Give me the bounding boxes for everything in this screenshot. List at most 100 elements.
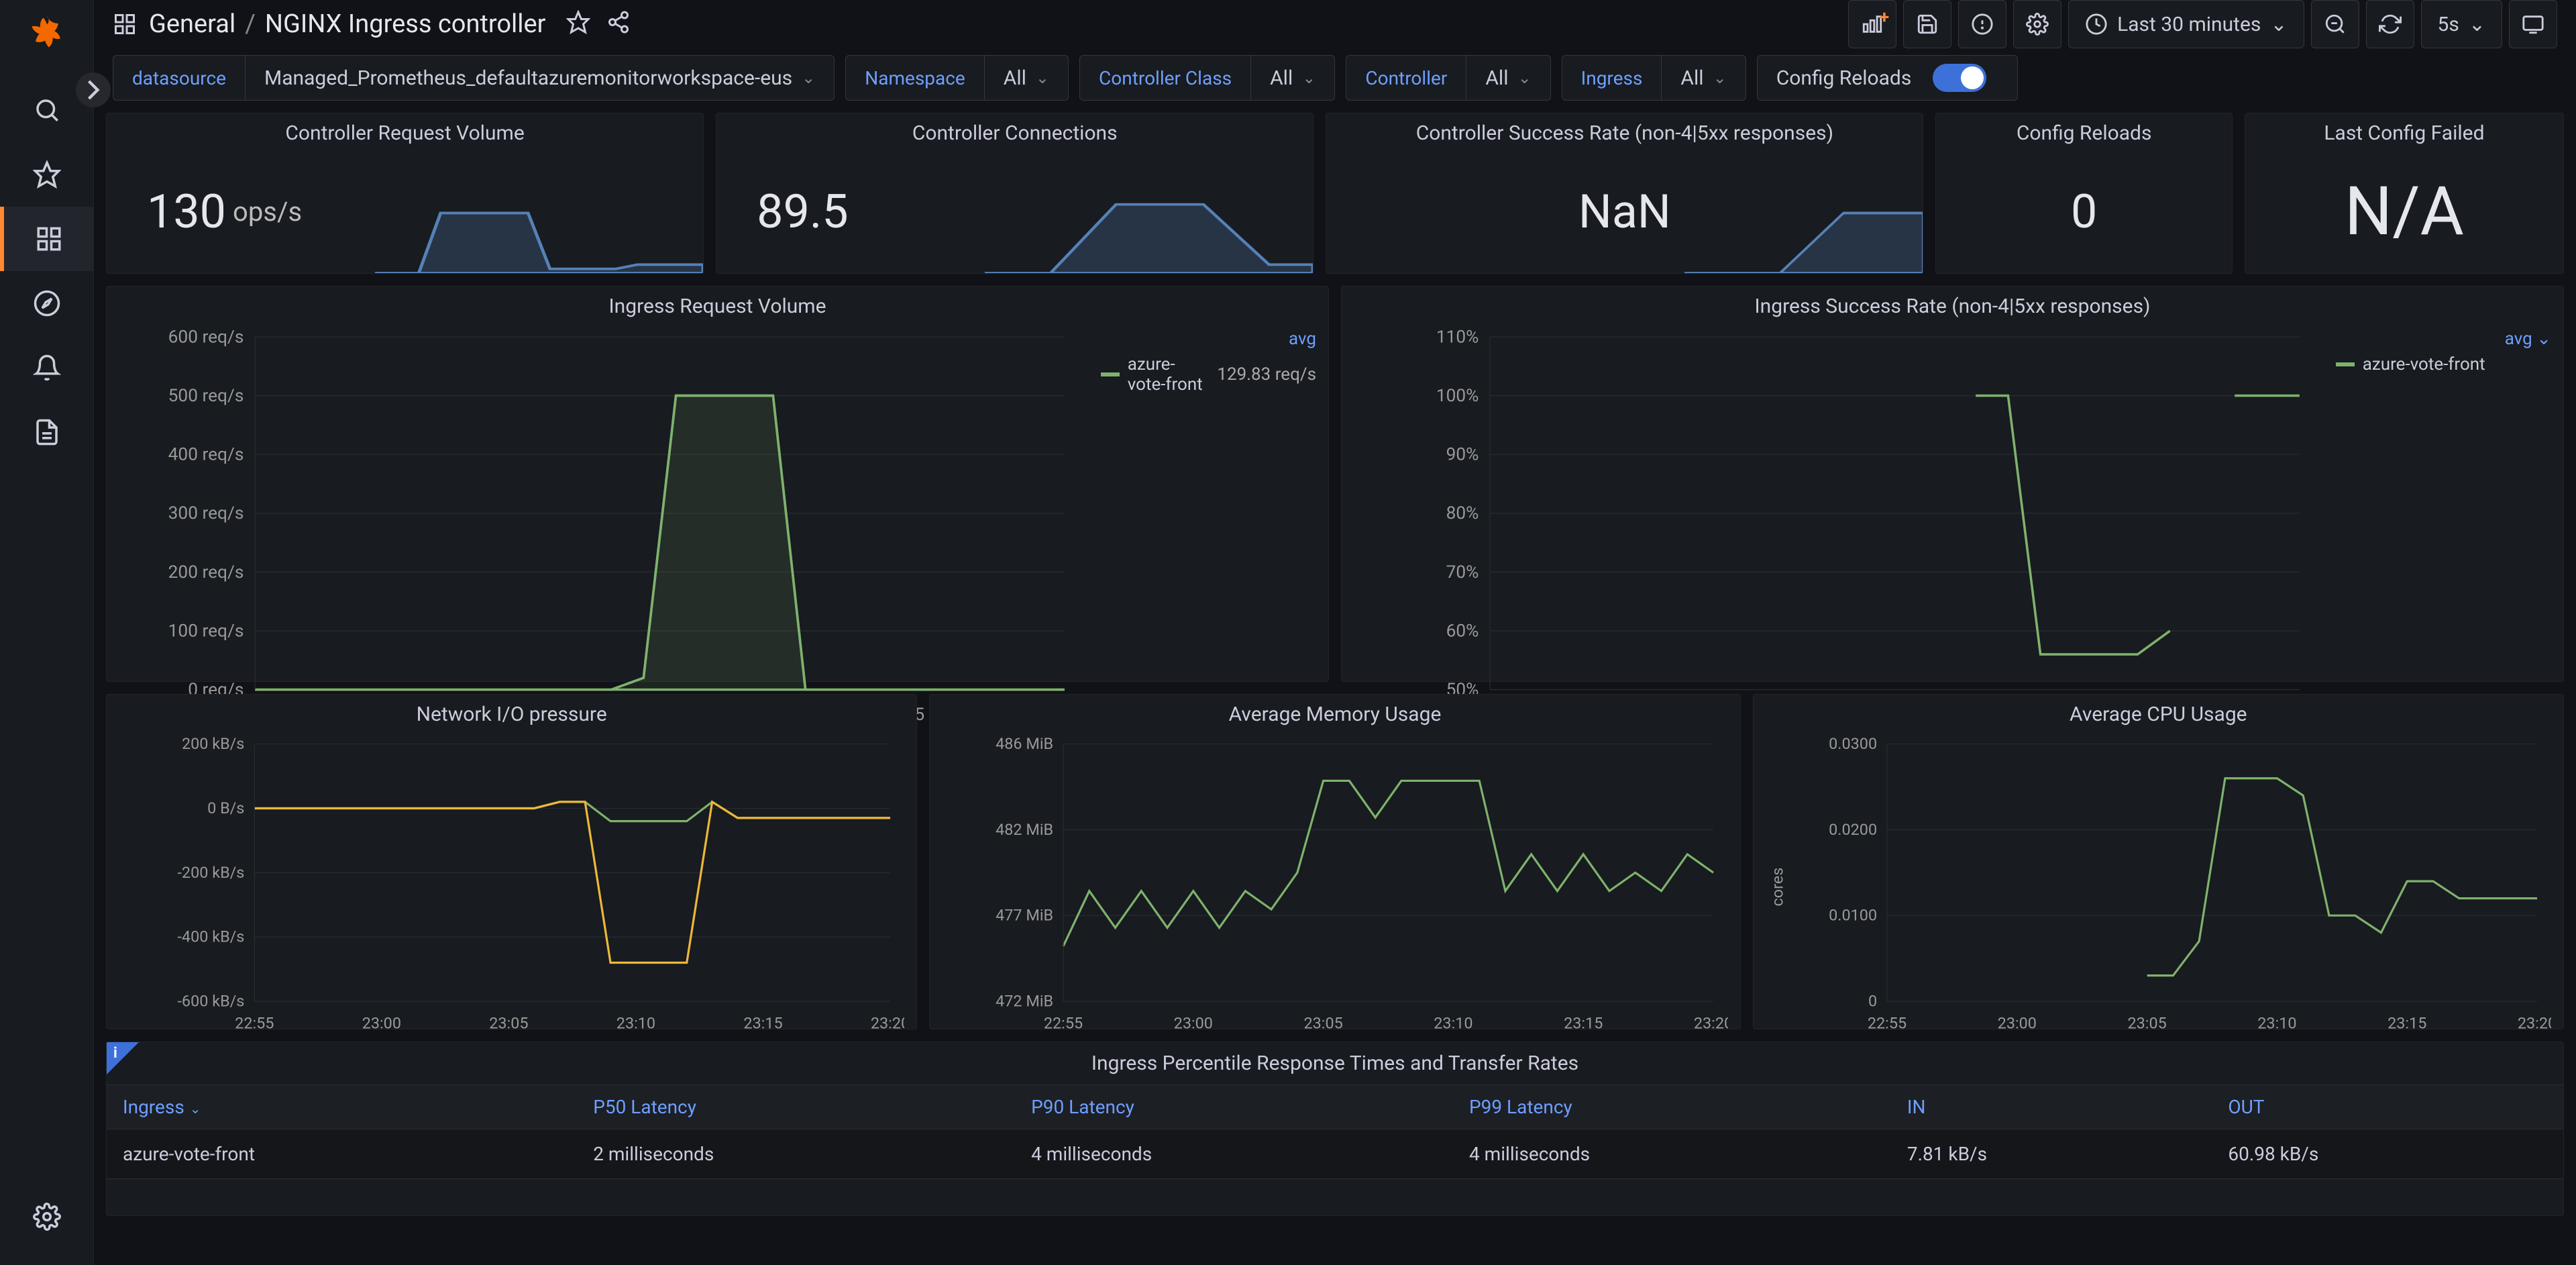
legend-sort-button[interactable]: avg — [1101, 329, 1316, 349]
var-namespace-label: Namespace — [846, 56, 985, 100]
table-cell: 4 milliseconds — [1015, 1129, 1453, 1179]
breadcrumb-page[interactable]: NGINX Ingress controller — [265, 9, 546, 39]
legend-item[interactable]: azure-vote-front — [2336, 354, 2551, 374]
table-column-header[interactable]: P90 Latency — [1015, 1085, 1453, 1129]
refresh-interval-label: 5s — [2438, 13, 2459, 36]
svg-text:-200 kB/s: -200 kB/s — [177, 863, 244, 882]
chart-canvas: 50%60%70%80%90%100%110%22:5523:0023:0523… — [1354, 329, 2316, 729]
var-config-reloads-label: Config Reloads — [1776, 66, 1912, 90]
share-icon[interactable] — [606, 10, 631, 39]
table-column-header[interactable]: OUT — [2212, 1085, 2563, 1129]
refresh-interval-button[interactable]: 5s ⌄ — [2421, 0, 2502, 48]
response-times-table: Ingress⌄P50 LatencyP90 LatencyP99 Latenc… — [107, 1084, 2563, 1179]
refresh-button[interactable] — [2366, 0, 2414, 48]
svg-text:23:05: 23:05 — [2127, 1013, 2166, 1032]
table-header-row: Ingress⌄P50 LatencyP90 LatencyP99 Latenc… — [107, 1085, 2563, 1129]
svg-text:472 MiB: 472 MiB — [996, 991, 1053, 1010]
dashboard-settings-button[interactable] — [2013, 0, 2061, 48]
svg-text:23:00: 23:00 — [1174, 1013, 1213, 1032]
svg-text:22:55: 22:55 — [1044, 1013, 1083, 1032]
svg-text:23:10: 23:10 — [1434, 1013, 1473, 1032]
config-reloads-toggle[interactable] — [1933, 64, 1986, 92]
table-column-header[interactable]: P99 Latency — [1453, 1085, 1891, 1129]
panel-network-io[interactable]: Network I/O pressure -600 kB/s-400 kB/s-… — [106, 694, 917, 1029]
panel-memory-usage[interactable]: Average Memory Usage 472 MiB477 MiB482 M… — [929, 694, 1740, 1029]
svg-text:-600 kB/s: -600 kB/s — [177, 991, 244, 1010]
panel-ingress-success-rate[interactable]: Ingress Success Rate (non-4|5xx response… — [1341, 286, 2564, 682]
favorite-star-icon[interactable] — [566, 10, 590, 39]
stat-value: N/A — [2345, 172, 2464, 251]
table-row[interactable]: azure-vote-front2 milliseconds4 millisec… — [107, 1129, 2563, 1179]
nav-dashboards-icon[interactable] — [0, 207, 93, 271]
svg-text:486 MiB: 486 MiB — [996, 737, 1053, 753]
panel-info-corner[interactable] — [107, 1042, 139, 1074]
svg-text:cores: cores — [1768, 868, 1786, 907]
nav-settings-icon[interactable] — [0, 1184, 93, 1249]
panel-response-times-table[interactable]: i Ingress Percentile Response Times and … — [106, 1042, 2564, 1216]
table-cell: 60.98 kB/s — [2212, 1129, 2563, 1179]
timepicker-label: Last 30 minutes — [2117, 13, 2261, 36]
breadcrumb-root[interactable]: General — [149, 9, 235, 39]
var-namespace-value[interactable]: All⌄ — [985, 66, 1068, 90]
var-controller-label: Controller — [1346, 56, 1466, 100]
dashboards-icon — [113, 12, 137, 36]
nav-explore-icon[interactable] — [0, 271, 93, 336]
panel-cpu-usage[interactable]: Average CPU Usage 00.01000.02000.030022:… — [1753, 694, 2564, 1029]
var-controller-class-value[interactable]: All⌄ — [1251, 66, 1334, 90]
chevron-down-icon: ⌄ — [2469, 13, 2485, 36]
chevron-down-icon: ⌄ — [2536, 329, 2551, 349]
legend-sort-button[interactable]: avg ⌄ — [2336, 329, 2551, 349]
svg-text:477 MiB: 477 MiB — [996, 906, 1053, 925]
variable-bar: datasource Managed_Prometheus_defaultazu… — [94, 48, 2576, 113]
var-ingress-label: Ingress — [1562, 56, 1662, 100]
sidebar-expand-icon[interactable] — [76, 72, 111, 107]
stat-value: NaN — [1578, 185, 1671, 240]
svg-text:23:10: 23:10 — [616, 1013, 655, 1032]
panel-controller-success-rate[interactable]: Controller Success Rate (non-4|5xx respo… — [1326, 113, 1923, 274]
table-column-header[interactable]: IN — [1891, 1085, 2212, 1129]
var-datasource-value[interactable]: Managed_Prometheus_defaultazuremonitorwo… — [246, 66, 834, 90]
panel-config-reloads[interactable]: Config Reloads 0 — [1935, 113, 2232, 274]
svg-text:23:05: 23:05 — [489, 1013, 528, 1032]
svg-text:300 req/s: 300 req/s — [168, 503, 244, 523]
var-datasource-label: datasource — [113, 56, 246, 100]
panel-controller-request-volume[interactable]: Controller Request Volume 130 ops/s — [106, 113, 704, 274]
svg-text:23:20: 23:20 — [1694, 1013, 1727, 1032]
table-column-header[interactable]: Ingress⌄ — [107, 1085, 577, 1129]
svg-text:200 req/s: 200 req/s — [168, 562, 244, 583]
zoom-out-button[interactable] — [2311, 0, 2359, 48]
legend-swatch — [1101, 372, 1120, 376]
legend-item[interactable]: azure-vote-front 129.83 req/s — [1101, 354, 1316, 395]
svg-text:23:05: 23:05 — [1304, 1013, 1343, 1032]
panel-ingress-request-volume[interactable]: Ingress Request Volume 0 req/s100 req/s2… — [106, 286, 1329, 682]
svg-text:23:15: 23:15 — [2387, 1013, 2426, 1032]
var-controller-class-label: Controller Class — [1080, 56, 1251, 100]
stat-value: 0 — [2071, 185, 2097, 240]
timepicker-button[interactable]: Last 30 minutes ⌄ — [2068, 0, 2304, 48]
var-ingress-value[interactable]: All⌄ — [1662, 66, 1745, 90]
var-controller-value[interactable]: All⌄ — [1466, 66, 1550, 90]
add-panel-button[interactable]: + — [1848, 0, 1896, 48]
dashboard-insights-button[interactable] — [1958, 0, 2006, 48]
stat-value: 130 — [147, 185, 226, 240]
svg-text:23:20: 23:20 — [871, 1013, 904, 1032]
svg-text:100%: 100% — [1436, 386, 1479, 406]
nav-document-icon[interactable] — [0, 400, 93, 464]
chart-canvas: 472 MiB477 MiB482 MiB486 MiB22:5523:0023… — [942, 737, 1727, 1037]
table-cell: 4 milliseconds — [1453, 1129, 1891, 1179]
svg-text:23:15: 23:15 — [1564, 1013, 1603, 1032]
table-column-header[interactable]: P50 Latency — [577, 1085, 1015, 1129]
cycle-view-button[interactable] — [2509, 0, 2557, 48]
panel-last-config-failed[interactable]: Last Config Failed N/A — [2245, 113, 2564, 274]
topbar: General / NGINX Ingress controller + — [94, 0, 2576, 48]
breadcrumb-separator: / — [245, 9, 256, 39]
panel-controller-connections[interactable]: Controller Connections 89.5 — [716, 113, 1313, 274]
svg-text:80%: 80% — [1446, 503, 1479, 523]
chevron-down-icon: ⌄ — [2270, 13, 2287, 36]
grafana-logo[interactable] — [24, 12, 70, 58]
svg-text:22:55: 22:55 — [235, 1013, 274, 1032]
nav-alerting-icon[interactable] — [0, 336, 93, 400]
svg-text:0: 0 — [1868, 991, 1877, 1010]
save-dashboard-button[interactable] — [1903, 0, 1951, 48]
nav-star-icon[interactable] — [0, 142, 93, 207]
